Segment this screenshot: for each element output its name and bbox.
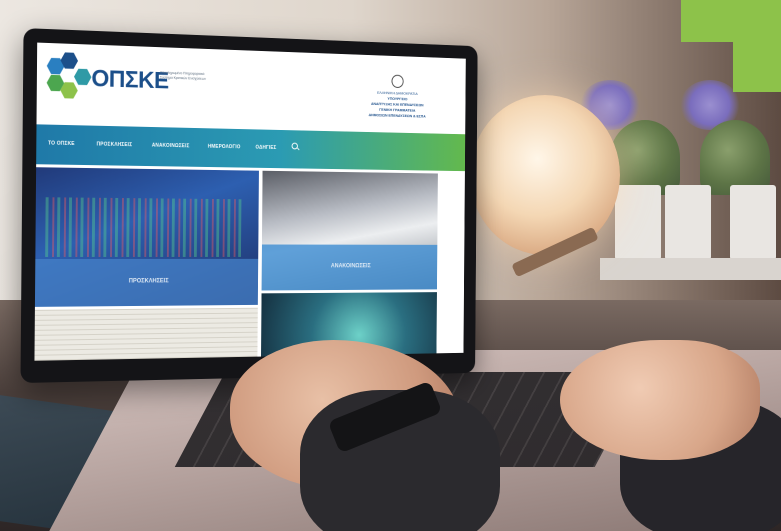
logo-hex-icon	[74, 68, 92, 86]
nav-item-announcements[interactable]: ΑΝΑΚΟΙΝΩΣΕΙΣ	[152, 143, 190, 150]
moon-lamp	[470, 95, 620, 255]
main-nav: ΤΟ ΟΠΣΚΕ ΠΡΟΣΚΛΗΣΕΙΣ ΑΝΑΚΟΙΝΩΣΕΙΣ ΗΜΕΡΟΛ…	[36, 124, 466, 172]
shelf	[600, 258, 781, 280]
nav-item-calls[interactable]: ΠΡΟΣΚΛΗΣΕΙΣ	[97, 142, 133, 149]
greek-emblem-icon	[391, 74, 404, 89]
search-icon[interactable]	[291, 142, 298, 150]
plant-pot	[730, 185, 776, 260]
tile-forms[interactable]	[34, 307, 258, 361]
stock-chart-image	[45, 197, 245, 257]
tile-label: ΠΡΟΣΚΛΗΣΕΙΣ	[128, 278, 169, 285]
tile-label: ΑΝΑΚΟΙΝΩΣΕΙΣ	[330, 263, 371, 270]
plant-pot	[665, 185, 711, 260]
photo-scene: ΟΠΣΚΕ Ολοκληρωμένο Πληροφοριακό Σύστημα …	[0, 0, 781, 531]
nav-item-calendar[interactable]: ΗΜΕΡΟΛΟΓΙΟ	[208, 144, 241, 150]
laptop-screen: ΟΠΣΚΕ Ολοκληρωμένο Πληροφοριακό Σύστημα …	[20, 28, 478, 384]
logo-subtitle: Ολοκληρωμένο Πληροφοριακό Σύστημα Κρατικ…	[159, 70, 206, 81]
nav-item-opske[interactable]: ΤΟ ΟΠΣΚΕ	[48, 141, 75, 147]
green-corner-accent	[681, 0, 781, 42]
right-hand	[560, 340, 760, 460]
plant-leaves	[700, 120, 770, 195]
green-corner-accent	[733, 42, 781, 92]
government-block: ΕΛΛΗΝΙΚΗ ΔΗΜΟΚΡΑΤΙΑ ΥΠΟΥΡΓΕΙΟ ΑΝΑΠΤΥΞΗΣ …	[345, 73, 449, 120]
site-header: ΟΠΣΚΕ Ολοκληρωμένο Πληροφοριακό Σύστημα …	[36, 42, 466, 133]
plant-pot	[615, 185, 661, 260]
tile-announcements[interactable]: ΑΝΑΚΟΙΝΩΣΕΙΣ	[261, 170, 438, 291]
site-logo[interactable]: ΟΠΣΚΕ	[91, 65, 168, 95]
plant-leaves	[610, 120, 680, 195]
website-display: ΟΠΣΚΕ Ολοκληρωμένο Πληροφοριακό Σύστημα …	[34, 42, 466, 361]
tile-calls[interactable]: ΠΡΟΣΚΛΗΣΕΙΣ	[34, 167, 259, 307]
nav-item-guidelines[interactable]: ΟΔΗΓΙΕΣ	[255, 145, 276, 151]
